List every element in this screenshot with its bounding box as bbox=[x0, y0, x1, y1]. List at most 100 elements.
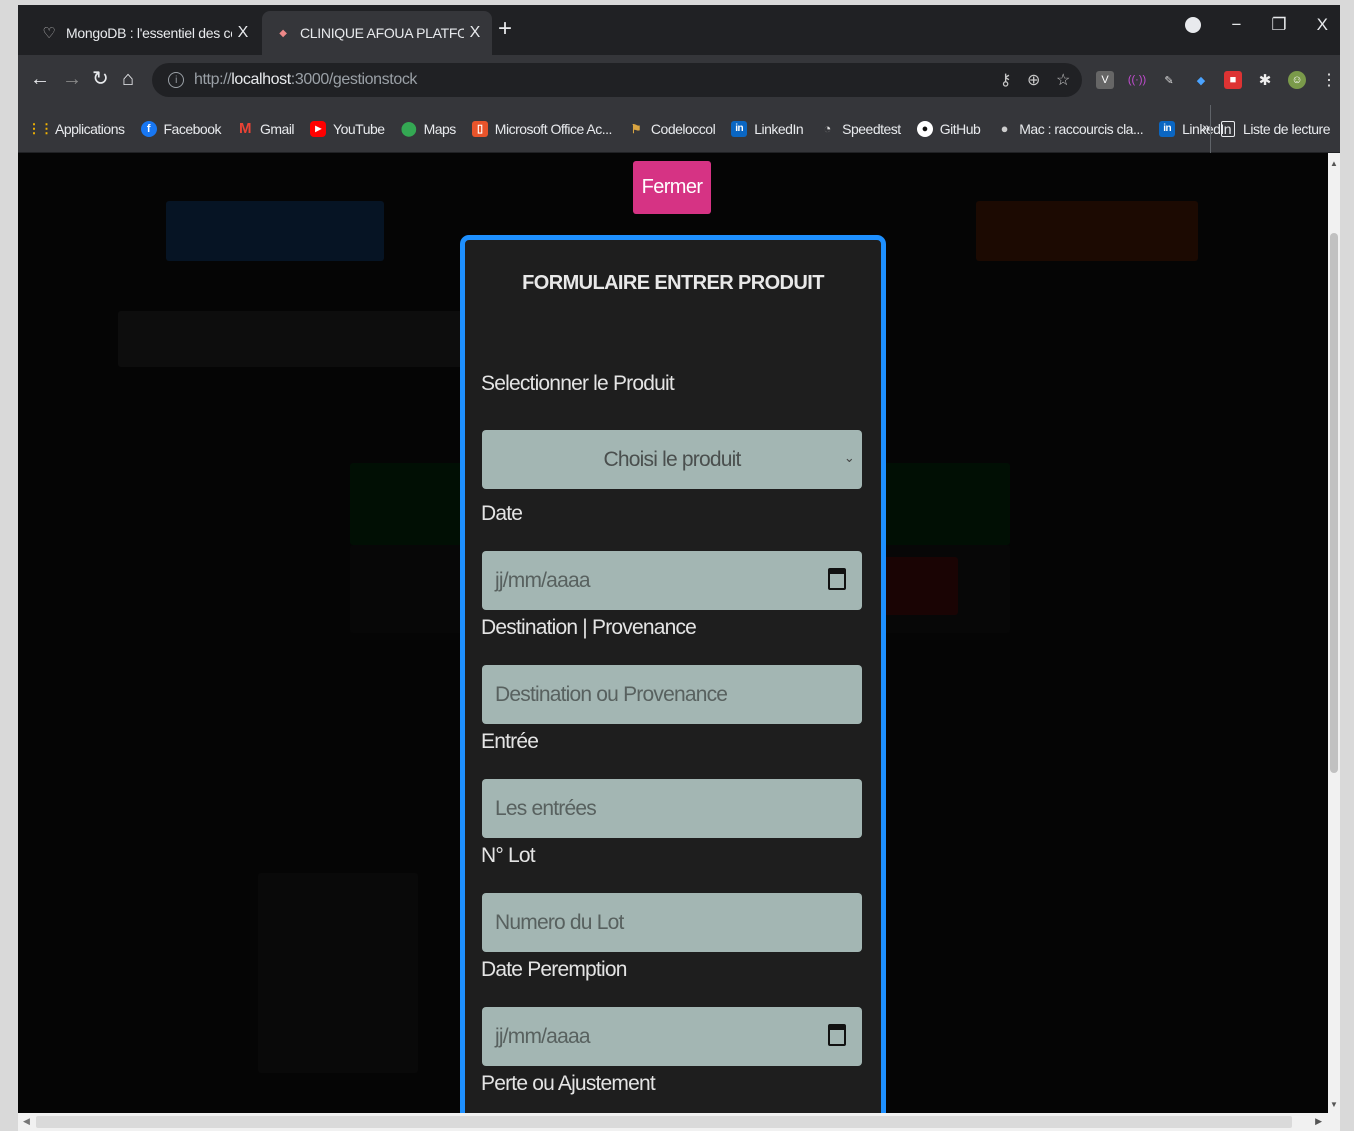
product-select-value: Choisi le produit bbox=[603, 447, 742, 471]
home-icon[interactable]: ⌂ bbox=[122, 68, 134, 90]
scroll-down-icon[interactable]: ▼ bbox=[1330, 1100, 1338, 1109]
bookmark-label: Gmail bbox=[259, 120, 295, 137]
expiry-date-input[interactable]: jj/mm/aaaa bbox=[482, 1007, 862, 1066]
backdrop-panel bbox=[258, 873, 418, 1073]
profile-icon[interactable] bbox=[1185, 17, 1202, 33]
minimize-icon[interactable]: − bbox=[1231, 15, 1241, 35]
address-bar-actions: ⚷ ⊕ ☆ bbox=[1000, 63, 1071, 97]
lot-label: N° Lot bbox=[481, 844, 536, 867]
extensions-bar: V ((·)) ✎ ◆ ■ ✱ ☺ ⋮ bbox=[1096, 71, 1338, 89]
entry-input[interactable]: Les entrées bbox=[482, 779, 862, 838]
forward-icon[interactable]: → bbox=[62, 68, 82, 90]
backdrop-add-product-button bbox=[166, 201, 384, 261]
tab-clinique[interactable]: ◆ CLINIQUE AFOUA PLATFORM X bbox=[262, 11, 492, 55]
bookmark-applications[interactable]: ⋮⋮ Applications bbox=[27, 120, 125, 137]
extension-v-icon[interactable]: V bbox=[1096, 71, 1114, 89]
avatar[interactable]: ☺ bbox=[1288, 71, 1306, 89]
apps-grid-icon: ⋮⋮ bbox=[27, 120, 54, 136]
menu-kebab-icon[interactable]: ⋮ bbox=[1320, 71, 1338, 89]
product-label: Selectionner le Produit bbox=[481, 372, 675, 395]
tab-mongodb[interactable]: ♡ MongoDB : l'essentiel des comm X bbox=[28, 11, 260, 55]
address-bar[interactable]: i http:// localhost :3000/gestionstock ⚷… bbox=[152, 63, 1082, 97]
lot-input[interactable]: Numero du Lot bbox=[482, 893, 862, 952]
date-label: Date bbox=[481, 502, 523, 525]
bookmark-label: Microsoft Office Ac... bbox=[494, 120, 613, 137]
facebook-icon: f bbox=[140, 120, 157, 137]
restore-icon[interactable]: ❐ bbox=[1271, 15, 1286, 35]
window-controls: − ❐ X bbox=[1185, 15, 1328, 35]
youtube-icon: ▶ bbox=[310, 120, 327, 137]
page-content: Fermer FORMULAIRE ENTRER PRODUIT Selecti… bbox=[18, 153, 1328, 1113]
bookmark-label: Speedtest bbox=[842, 120, 901, 137]
date-input[interactable]: jj/mm/aaaa bbox=[482, 551, 862, 610]
lot-placeholder: Numero du Lot bbox=[495, 910, 624, 934]
bookmark-facebook[interactable]: f Facebook bbox=[140, 120, 222, 137]
speedtest-icon: ◔ bbox=[823, 121, 831, 136]
maps-icon: ⬤ bbox=[400, 120, 417, 136]
bookmark-youtube[interactable]: ▶ YouTube bbox=[310, 120, 385, 137]
reading-list-icon bbox=[1221, 121, 1236, 137]
heart-icon: ♡ bbox=[42, 25, 56, 42]
backdrop-delete-button bbox=[878, 557, 958, 615]
bookmark-office[interactable]: ▯ Microsoft Office Ac... bbox=[471, 120, 613, 137]
product-select[interactable]: Choisi le produit ⌄ bbox=[482, 430, 862, 489]
bookmark-mac-shortcuts[interactable]: ● Mac : raccourcis cla... bbox=[996, 120, 1144, 137]
calendar-icon[interactable] bbox=[828, 568, 846, 590]
bookmark-label: Facebook bbox=[163, 120, 222, 137]
bookmark-codeloccol[interactable]: ⚑ Codeloccol bbox=[628, 120, 716, 137]
loss-label: Perte ou Ajustement bbox=[481, 1072, 656, 1095]
close-window-icon[interactable]: X bbox=[1317, 15, 1328, 35]
destination-label: Destination | Provenance bbox=[481, 616, 697, 639]
bookmarks-overflow-button[interactable]: » bbox=[1202, 119, 1210, 135]
codeloccol-icon: ⚑ bbox=[630, 121, 642, 136]
vertical-scrollbar[interactable]: ▲ ▼ bbox=[1328, 153, 1340, 1113]
bookmark-label: Applications bbox=[55, 120, 125, 137]
destination-input[interactable]: Destination ou Provenance bbox=[482, 665, 862, 724]
scroll-left-icon[interactable]: ◀ bbox=[23, 1116, 30, 1127]
extension-signal-icon[interactable]: ((·)) bbox=[1128, 71, 1146, 89]
bookmark-maps[interactable]: ⬤ Maps bbox=[400, 120, 457, 137]
bookmark-speedtest[interactable]: ◔ Speedtest bbox=[819, 121, 901, 137]
bookmark-gmail[interactable]: M Gmail bbox=[237, 120, 295, 137]
url-path: :3000/gestionstock bbox=[290, 71, 418, 88]
reload-icon[interactable]: ↻ bbox=[92, 68, 109, 90]
extension-pen-icon[interactable]: ✎ bbox=[1160, 71, 1178, 89]
apple-icon: ● bbox=[1000, 121, 1009, 136]
bookmark-label: Mac : raccourcis cla... bbox=[1019, 120, 1144, 137]
extension-shield-icon[interactable]: ◆ bbox=[1192, 71, 1210, 89]
reading-list-button[interactable]: Liste de lecture bbox=[1210, 105, 1330, 153]
linkedin-icon: in bbox=[731, 120, 748, 137]
calendar-icon[interactable] bbox=[828, 1024, 846, 1046]
browser-toolbar: ← → ↻ ⌂ i http:// localhost :3000/gestio… bbox=[18, 55, 1340, 105]
new-tab-button[interactable]: + bbox=[498, 17, 512, 41]
browser-window: ♡ MongoDB : l'essentiel des comm X ◆ CLI… bbox=[18, 5, 1340, 1131]
expiry-label: Date Peremption bbox=[481, 958, 627, 981]
bookmark-linkedin[interactable]: in LinkedIn bbox=[731, 120, 804, 137]
entry-placeholder: Les entrées bbox=[495, 796, 597, 820]
back-icon[interactable]: ← bbox=[30, 68, 50, 90]
bookmarks-bar: ⋮⋮ Applications f Facebook M Gmail ▶ You… bbox=[18, 105, 1340, 153]
bookmark-label: LinkedIn bbox=[754, 120, 804, 137]
tab-title: MongoDB : l'essentiel des comm bbox=[66, 25, 232, 41]
reading-list-label: Liste de lecture bbox=[1243, 121, 1330, 137]
bookmark-label: GitHub bbox=[939, 120, 981, 137]
horizontal-scrollbar[interactable]: ◀ ▶ bbox=[18, 1113, 1340, 1131]
close-icon[interactable]: X bbox=[470, 24, 481, 42]
close-modal-button[interactable]: Fermer bbox=[633, 161, 711, 214]
close-icon[interactable]: X bbox=[238, 24, 249, 42]
key-icon[interactable]: ⚷ bbox=[1000, 70, 1012, 90]
info-icon[interactable]: i bbox=[168, 72, 184, 88]
scroll-right-icon[interactable]: ▶ bbox=[1315, 1116, 1322, 1127]
horizontal-scroll-thumb[interactable] bbox=[36, 1116, 1292, 1128]
extension-red-icon[interactable]: ■ bbox=[1224, 71, 1242, 89]
bookmark-github[interactable]: ● GitHub bbox=[916, 120, 981, 137]
puzzle-icon[interactable]: ✱ bbox=[1256, 71, 1274, 89]
star-icon[interactable]: ☆ bbox=[1056, 70, 1070, 90]
bookmark-label: Codeloccol bbox=[650, 120, 716, 137]
gmail-icon: M bbox=[238, 120, 252, 137]
tab-title: CLINIQUE AFOUA PLATFORM bbox=[300, 25, 464, 41]
bookmark-label: Maps bbox=[423, 120, 457, 137]
zoom-icon[interactable]: ⊕ bbox=[1027, 70, 1040, 90]
scroll-up-icon[interactable]: ▲ bbox=[1330, 159, 1338, 168]
vertical-scroll-thumb[interactable] bbox=[1330, 233, 1338, 773]
